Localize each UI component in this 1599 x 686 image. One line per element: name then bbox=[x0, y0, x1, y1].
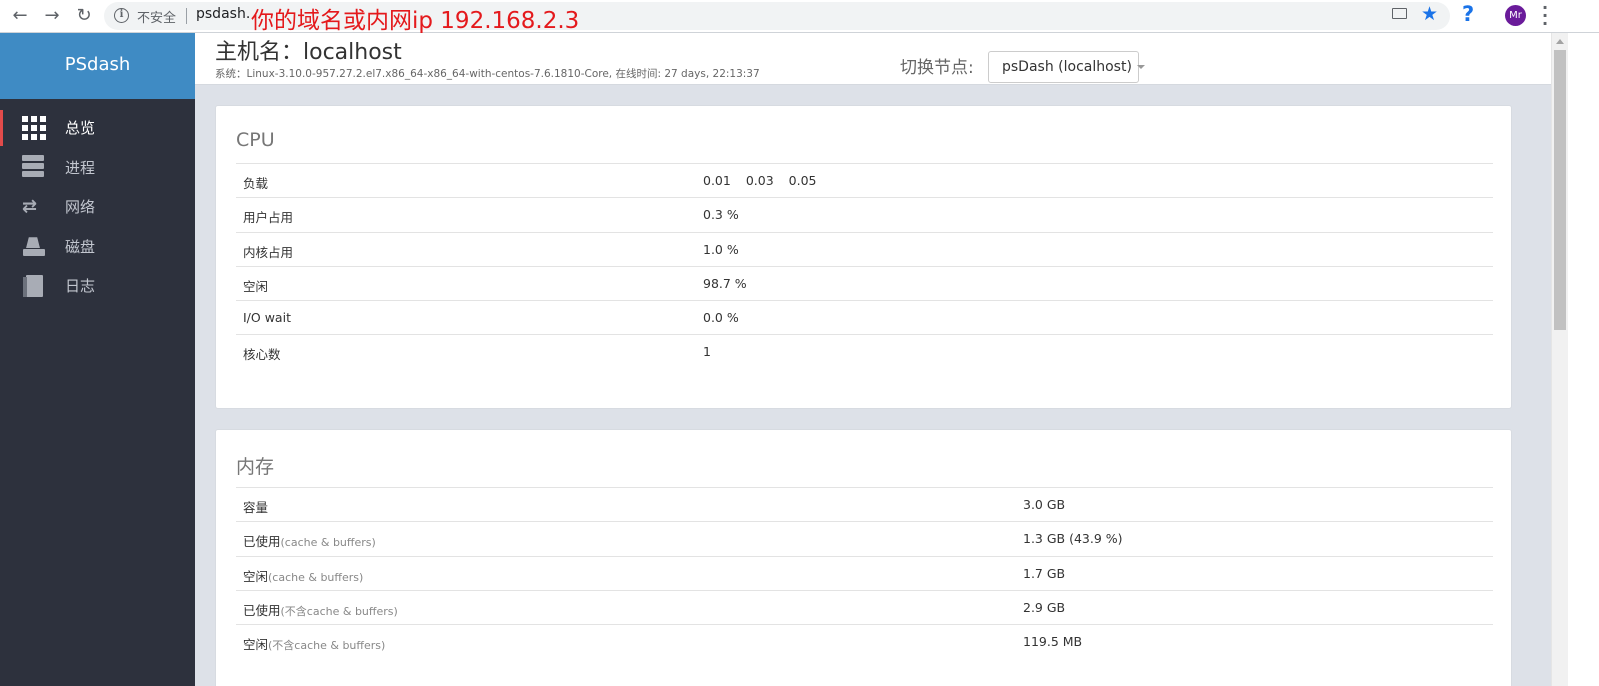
row-value: 1.3 GB (43.9 %) bbox=[1023, 531, 1123, 547]
row-label-note: (cache & buffers) bbox=[280, 536, 376, 550]
caret-down-icon bbox=[1136, 65, 1145, 69]
load-1min: 0.01 bbox=[703, 173, 731, 188]
sidebar-item-overview[interactable]: 总览 bbox=[0, 108, 195, 148]
row-value: 3.0 GB bbox=[1023, 497, 1066, 512]
system-info: 系统：Linux-3.10.0-957.27.2.el7.x86_64-x86_… bbox=[215, 68, 760, 80]
forward-arrow-icon[interactable]: → bbox=[40, 4, 64, 28]
omnibox-divider bbox=[186, 8, 187, 24]
sidebar-item-label: 网络 bbox=[65, 198, 96, 217]
sidebar-item-network[interactable]: ⇄ 网络 bbox=[0, 187, 195, 227]
page-title: 主机名：localhost bbox=[215, 40, 402, 65]
help-icon[interactable]: ? bbox=[1462, 2, 1474, 26]
row-label-note: (cache & buffers) bbox=[268, 570, 364, 584]
row-value: 98.7 % bbox=[703, 275, 747, 291]
table-row: 已使用(不含cache & buffers) 2.9 GB bbox=[236, 591, 1493, 626]
bookmark-star-icon[interactable]: ★ bbox=[1421, 3, 1438, 25]
table-row: I/O wait 0.0 % bbox=[236, 301, 1493, 336]
sidebar-item-label: 日志 bbox=[65, 277, 96, 296]
reload-icon[interactable]: ↻ bbox=[72, 4, 96, 28]
row-label-text: 空闲 bbox=[243, 568, 269, 584]
table-row: 用户占用 0.3 % bbox=[236, 198, 1493, 233]
row-label: 已使用(cache & buffers) bbox=[243, 531, 376, 550]
table-row: 空闲 98.7 % bbox=[236, 267, 1493, 302]
load-5min: 0.03 bbox=[745, 173, 774, 188]
url-text[interactable]: psdash. bbox=[196, 6, 250, 22]
row-value: 1.7 GB bbox=[1023, 565, 1066, 581]
row-label: 核心数 bbox=[243, 347, 281, 363]
row-value: 1.0 % bbox=[703, 241, 739, 257]
row-label-text: 已使用 bbox=[243, 602, 281, 618]
table-row: 内核占用 1.0 % bbox=[236, 233, 1493, 267]
back-arrow-icon[interactable]: ← bbox=[8, 4, 32, 28]
panel-title: CPU bbox=[236, 129, 275, 151]
brand-logo[interactable]: PSdash bbox=[0, 33, 195, 99]
sidebar-item-label: 总览 bbox=[65, 119, 96, 138]
scroll-thumb[interactable] bbox=[1554, 50, 1566, 330]
info-icon[interactable]: i bbox=[114, 8, 129, 23]
table-row: 负载 0.01 0.03 0.05 bbox=[236, 164, 1493, 199]
exchange-arrows-icon: ⇄ bbox=[22, 195, 38, 217]
load-values: 0.01 0.03 0.05 bbox=[703, 173, 817, 188]
sidebar: PSdash 总览 进程 ⇄ 网络 磁盘 日志 bbox=[0, 33, 195, 686]
sidebar-item-label: 进程 bbox=[65, 158, 96, 177]
panel-title: 内存 bbox=[236, 456, 275, 478]
load-15min: 0.05 bbox=[788, 173, 817, 188]
row-label-note: (不含cache & buffers) bbox=[280, 604, 398, 618]
sidebar-item-disks[interactable]: 磁盘 bbox=[0, 227, 195, 267]
url-annotation: 你的域名或内网ip 192.168.2.3 bbox=[251, 8, 580, 34]
row-label: 空闲(cache & buffers) bbox=[243, 566, 363, 585]
row-label: 空闲(不含cache & buffers) bbox=[243, 634, 385, 653]
row-label: 负载 bbox=[243, 176, 269, 191]
cast-icon[interactable] bbox=[1392, 8, 1407, 19]
table-row: 已使用(cache & buffers) 1.3 GB (43.9 %) bbox=[236, 522, 1493, 557]
row-value: 0.0 % bbox=[703, 310, 739, 326]
table-row: 核心数 1 bbox=[236, 335, 1493, 369]
table-row: 空闲(不含cache & buffers) 119.5 MB bbox=[236, 625, 1493, 659]
node-select-value: psDash (localhost) bbox=[1002, 59, 1132, 75]
sidebar-item-processes[interactable]: 进程 bbox=[0, 148, 195, 188]
row-value: 1 bbox=[703, 344, 711, 360]
row-label: 已使用(不含cache & buffers) bbox=[243, 600, 398, 619]
row-label: 容量 bbox=[243, 497, 268, 516]
row-label-text: 容量 bbox=[243, 500, 269, 515]
row-value: 0.3 % bbox=[703, 207, 739, 223]
book-icon bbox=[22, 274, 46, 298]
table-row: 空闲(cache & buffers) 1.7 GB bbox=[236, 557, 1493, 591]
node-select-dropdown[interactable]: psDash (localhost) bbox=[988, 51, 1145, 83]
memory-table: 容量 3.0 GB 已使用(cache & buffers) 1.3 GB (4… bbox=[236, 487, 1493, 659]
row-label: 空闲 bbox=[243, 278, 269, 294]
disk-icon bbox=[22, 234, 46, 258]
grid-icon bbox=[22, 115, 46, 140]
scroll-up-arrow-icon[interactable] bbox=[1556, 39, 1564, 44]
browser-toolbar: ← → ↻ i 不安全 psdash. 你的域名或内网ip 192.168.2.… bbox=[0, 0, 1599, 34]
row-label-note: (不含cache & buffers) bbox=[268, 639, 386, 653]
node-switch-label: 切换节点: bbox=[900, 58, 974, 78]
memory-panel: 内存 容量 3.0 GB 已使用(cache & buffers) 1.3 GB… bbox=[215, 429, 1512, 686]
page-scrollbar[interactable] bbox=[1551, 33, 1568, 686]
row-value: 2.9 GB bbox=[1023, 599, 1066, 615]
row-label: 用户占用 bbox=[243, 210, 294, 226]
page-margin bbox=[1568, 33, 1599, 686]
row-label: I/O wait bbox=[243, 310, 291, 326]
table-row: 容量 3.0 GB bbox=[236, 488, 1493, 523]
cpu-table: 负载 0.01 0.03 0.05 用户占用 0.3 % 内核占用 1.0 % … bbox=[236, 163, 1493, 370]
cpu-panel: CPU 负载 0.01 0.03 0.05 用户占用 0.3 % 内核占用 1.… bbox=[215, 105, 1512, 409]
row-label-text: 空闲 bbox=[243, 637, 269, 653]
server-icon bbox=[22, 155, 46, 179]
menu-kebab-icon[interactable]: · · · bbox=[1540, 0, 1550, 32]
sidebar-item-label: 磁盘 bbox=[65, 237, 96, 256]
security-status[interactable]: 不安全 bbox=[137, 7, 176, 26]
row-label-text: 已使用 bbox=[243, 534, 281, 550]
sidebar-nav: 总览 进程 ⇄ 网络 磁盘 日志 bbox=[0, 108, 195, 306]
row-value: 119.5 MB bbox=[1023, 634, 1083, 650]
profile-avatar[interactable]: Mr bbox=[1505, 5, 1526, 26]
sidebar-item-logs[interactable]: 日志 bbox=[0, 266, 195, 306]
row-label: 内核占用 bbox=[243, 244, 294, 260]
page-header: 主机名：localhost 系统：Linux-3.10.0-957.27.2.e… bbox=[195, 33, 1551, 85]
